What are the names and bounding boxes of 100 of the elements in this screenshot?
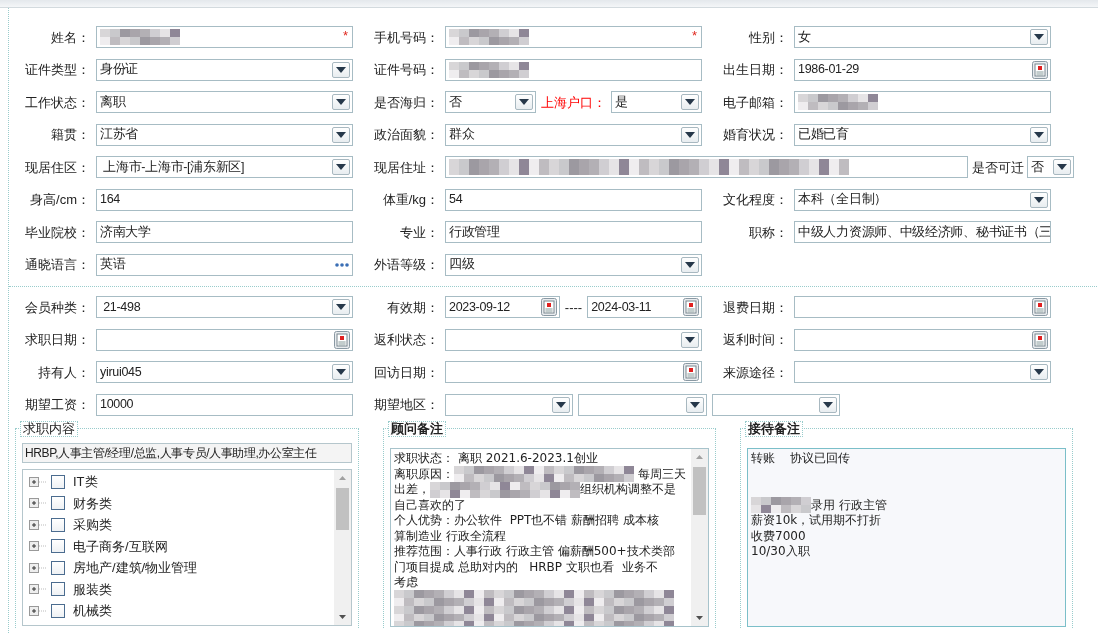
dropdown-field[interactable]: yirui045: [96, 361, 353, 384]
text-field[interactable]: *: [96, 26, 353, 49]
dropdown-button[interactable]: [1030, 126, 1048, 143]
text-field[interactable]: 54: [445, 188, 702, 211]
tree-item-label[interactable]: 电子商务/互联网: [73, 536, 168, 556]
summary-field[interactable]: HRBP,人事主管/经理/总监,人事专员/人事助理,办公室主任: [22, 443, 352, 463]
text-field[interactable]: 10000: [96, 393, 353, 416]
required-mark: *: [691, 27, 697, 46]
dropdown-field[interactable]: [445, 328, 702, 351]
tree-item-label[interactable]: 采购类: [73, 515, 112, 535]
dropdown-button[interactable]: [1030, 29, 1048, 46]
dropdown-button[interactable]: [1030, 364, 1048, 381]
tree-item-label[interactable]: 房地产/建筑/物业管理: [73, 558, 198, 578]
checkbox[interactable]: [51, 517, 65, 532]
calendar-icon[interactable]: [1032, 298, 1048, 317]
checkbox[interactable]: [51, 582, 65, 597]
dropdown-field[interactable]: 女: [794, 26, 1051, 49]
dropdown-field[interactable]: 否: [445, 91, 536, 114]
expand-icon[interactable]: [29, 540, 47, 553]
note-text: 录用 行政主管: [811, 497, 887, 513]
dropdown-field[interactable]: [711, 393, 840, 416]
dropdown-button[interactable]: [681, 256, 699, 273]
notes-textarea[interactable]: 转账 协议已回传 录用 行政主管 薪资10k，试用期不打折 收费7000 10/30入职: [747, 448, 1066, 627]
text-field[interactable]: *: [445, 26, 702, 49]
date-field[interactable]: [96, 328, 353, 351]
text-field[interactable]: 164: [96, 188, 353, 211]
field-label: 是否海归：: [373, 93, 440, 112]
text-field[interactable]: [794, 91, 1051, 114]
dropdown-field[interactable]: 离职: [96, 91, 353, 114]
date-field[interactable]: [794, 328, 1051, 351]
checkbox[interactable]: [51, 474, 65, 489]
dropdown-button[interactable]: [552, 396, 571, 413]
dropdown-button[interactable]: [685, 396, 704, 413]
calendar-icon[interactable]: [683, 298, 699, 317]
checkbox[interactable]: [51, 496, 65, 511]
text-field[interactable]: [445, 58, 702, 81]
dropdown-button[interactable]: [515, 94, 533, 111]
caret-icon: [336, 304, 346, 311]
dropdown-field[interactable]: 21-498: [96, 296, 353, 319]
dropdown-field[interactable]: [794, 361, 1051, 384]
checkbox[interactable]: [51, 603, 65, 618]
date-field[interactable]: 1986-01-29: [794, 58, 1051, 81]
tree-item-label[interactable]: 财务类: [73, 493, 112, 513]
dropdown-button[interactable]: [681, 331, 699, 348]
expand-icon[interactable]: [29, 497, 47, 510]
dropdown-button[interactable]: [1030, 191, 1048, 208]
expand-icon[interactable]: [29, 604, 47, 617]
dropdown-button[interactable]: [819, 396, 837, 413]
checkbox[interactable]: [51, 560, 65, 575]
expand-icon[interactable]: [29, 475, 47, 488]
expand-icon[interactable]: [29, 561, 47, 574]
checkbox[interactable]: [51, 539, 65, 554]
dropdown-button[interactable]: [332, 159, 350, 176]
scrollbar[interactable]: [691, 449, 708, 626]
dropdown-field[interactable]: [578, 393, 707, 416]
calendar-icon[interactable]: [1032, 60, 1048, 79]
text-field[interactable]: 济南大学: [96, 221, 353, 244]
dropdown-field[interactable]: 江苏省: [96, 123, 353, 146]
field-label: 文化程度：: [722, 191, 789, 209]
notes-textarea[interactable]: 求职状态： 离职 2021.6-2023.1创业 离职原因： 每周三天 出差， 组织机构调整不是 自己喜欢的了 个人优势：办公软件 PPT也不错 薪酬招聘 成本核 算制造业 行政全流程 推荐范围：人事行政 行政主管 偏薪酬500+技术类部 门项目提成 总助对内的 HRBP 文职也看 业务不 考虑: [390, 448, 709, 627]
dropdown-field[interactable]: [445, 393, 574, 416]
dropdown-button[interactable]: [332, 364, 350, 381]
dropdown-button[interactable]: [332, 299, 350, 316]
dropdown-button[interactable]: [332, 126, 350, 143]
dropdown-field[interactable]: 否: [1027, 156, 1074, 179]
dropdown-field[interactable]: 四级: [445, 253, 702, 276]
note-text: 自己喜欢的了: [394, 497, 466, 513]
calendar-icon[interactable]: [540, 298, 557, 317]
date-field[interactable]: 2023-09-12: [445, 296, 560, 319]
caret-icon: [336, 99, 346, 106]
dropdown-field[interactable]: 已婚已育: [794, 123, 1051, 146]
dropdown-button[interactable]: [681, 94, 699, 111]
tree-item-label[interactable]: IT类: [73, 472, 98, 492]
tree-item-label[interactable]: 机械类: [73, 601, 112, 621]
caret-icon: [1057, 164, 1067, 171]
dropdown-field[interactable]: 身份证: [96, 58, 353, 81]
dropdown-field[interactable]: 群众: [445, 123, 702, 146]
scrollbar[interactable]: [334, 470, 351, 625]
picker-field[interactable]: 英语: [96, 253, 353, 276]
expand-icon[interactable]: [29, 518, 47, 531]
dropdown-field[interactable]: 是: [611, 91, 702, 114]
text-field[interactable]: 行政管理: [445, 221, 702, 244]
date-field[interactable]: 2024-03-11: [587, 296, 702, 319]
tree-item-label[interactable]: 服装类: [73, 579, 112, 599]
date-field[interactable]: [445, 361, 702, 384]
more-icon[interactable]: [334, 261, 350, 268]
group-legend: 顾问备注: [388, 421, 446, 437]
field-label: 现居住区：: [24, 158, 91, 177]
expand-icon[interactable]: [29, 583, 47, 596]
dropdown-button[interactable]: [681, 126, 699, 143]
dropdown-button[interactable]: [332, 61, 350, 78]
calendar-icon[interactable]: [1032, 330, 1048, 349]
dropdown-field[interactable]: 上海市-上海市-[浦东新区]: [96, 156, 353, 179]
calendar-icon[interactable]: [334, 330, 350, 349]
date-field[interactable]: [794, 296, 1051, 319]
dropdown-button[interactable]: [1053, 159, 1071, 176]
dropdown-field[interactable]: 本科（全日制）: [794, 188, 1051, 211]
dropdown-button[interactable]: [332, 94, 350, 111]
calendar-icon[interactable]: [683, 363, 699, 382]
text-field[interactable]: [445, 156, 968, 179]
